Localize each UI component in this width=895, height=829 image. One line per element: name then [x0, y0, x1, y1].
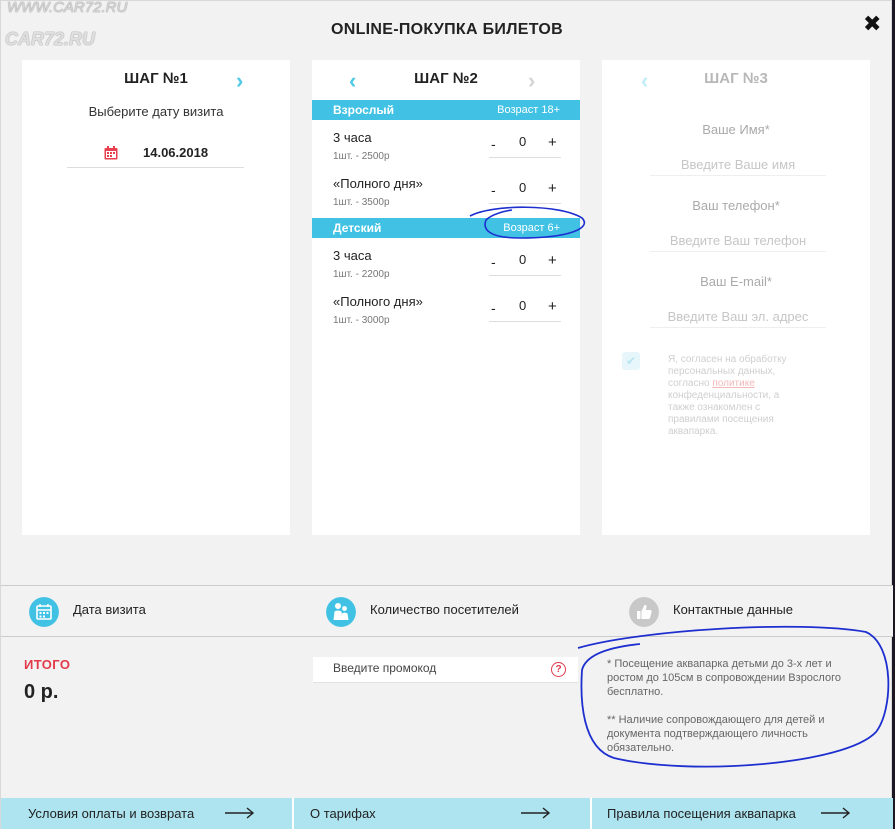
- quantity-stepper: - 0 +: [489, 248, 561, 276]
- progress-step-contacts-label: Контактные данные: [673, 602, 793, 617]
- ticket-price: 1шт. - 3500р: [333, 197, 390, 208]
- quantity-stepper: - 0 +: [489, 294, 561, 322]
- child-age-badge: Возраст 6+: [503, 222, 560, 234]
- progress-step-visitors-label: Количество посетителей: [370, 602, 519, 617]
- promo-code-input[interactable]: [333, 661, 543, 675]
- quantity-value[interactable]: 0: [519, 252, 526, 267]
- step2-next-arrow-icon[interactable]: ›: [528, 68, 535, 94]
- thumbs-up-icon: [629, 597, 659, 627]
- step2-title: ШАГ №2: [414, 70, 478, 87]
- modal-title: ONLINE-ПОКУПКА БИЛЕТОВ: [331, 21, 563, 38]
- ticket-name: 3 часа: [333, 130, 372, 145]
- email-label: Ваш E-mail*: [700, 274, 772, 289]
- note-children-free: * Посещение аквапарка детьми до 3-х лет …: [607, 658, 841, 698]
- child-group-header: Детский Возраст 6+: [312, 218, 580, 238]
- increment-button[interactable]: +: [548, 134, 557, 151]
- adult-group-label: Взрослый: [333, 103, 395, 117]
- help-icon[interactable]: ?: [551, 662, 566, 677]
- calendar-icon: [104, 146, 118, 160]
- adult-group-header: Взрослый Возраст 18+: [312, 100, 580, 120]
- ticket-row-adult-fullday: «Полного дня» 1шт. - 3500р - 0 +: [333, 176, 563, 212]
- selected-date: 14.06.2018: [143, 145, 209, 160]
- increment-button[interactable]: +: [548, 180, 557, 197]
- ticket-row-child-3h: 3 часа 1шт. - 2200р - 0 +: [333, 248, 563, 284]
- decrement-button[interactable]: -: [491, 182, 496, 198]
- quantity-value[interactable]: 0: [519, 134, 526, 149]
- footer-links-bar: Условия оплаты и возврата О тарифах Прав…: [1, 798, 893, 829]
- close-icon[interactable]: ✖: [863, 11, 881, 37]
- ticket-name: 3 часа: [333, 248, 372, 263]
- quantity-value[interactable]: 0: [519, 298, 526, 313]
- increment-button[interactable]: +: [548, 252, 557, 269]
- quantity-stepper: - 0 +: [489, 176, 561, 204]
- progress-steps-bar: Дата визита Количество посетителей Конта…: [1, 585, 893, 637]
- ticket-name: «Полного дня»: [333, 294, 423, 309]
- arrow-right-icon: [821, 807, 851, 819]
- step1-panel: ШАГ №1 › Выберите дату визита 14.06.2018: [22, 60, 290, 535]
- increment-button[interactable]: +: [548, 298, 557, 315]
- email-input[interactable]: [650, 306, 826, 328]
- decrement-button[interactable]: -: [491, 300, 496, 316]
- consent-text-end: конфеденциальности, а также ознакомлен с…: [668, 390, 780, 437]
- consent-text: Я, согласен на обработку персональных да…: [668, 354, 800, 438]
- name-input[interactable]: [650, 154, 826, 176]
- ticket-row-adult-3h: 3 часа 1шт. - 2500р - 0 +: [333, 130, 563, 166]
- step1-title: ШАГ №1: [124, 70, 188, 87]
- phone-input[interactable]: [650, 230, 826, 252]
- tariffs-button[interactable]: О тарифах: [294, 798, 592, 829]
- decrement-button[interactable]: -: [491, 254, 496, 270]
- promo-code-field: ?: [313, 657, 578, 683]
- date-picker-field[interactable]: 14.06.2018: [67, 144, 244, 168]
- watermark-url-small: WWW.CAR72.RU: [7, 0, 128, 16]
- total-label: ИТОГО: [24, 657, 71, 672]
- payment-terms-button[interactable]: Условия оплаты и возврата: [1, 798, 294, 829]
- step1-next-arrow-icon[interactable]: ›: [236, 68, 243, 94]
- adult-age-badge: Возраст 18+: [497, 104, 560, 116]
- progress-step-date-label: Дата визита: [73, 602, 146, 617]
- total-amount: 0 р.: [24, 681, 59, 703]
- step2-panel: ‹ ШАГ №2 › Взрослый Возраст 18+ 3 часа 1…: [312, 60, 580, 535]
- name-label: Ваше Имя*: [702, 122, 770, 137]
- decrement-button[interactable]: -: [491, 136, 496, 152]
- quantity-stepper: - 0 +: [489, 130, 561, 158]
- tariffs-label: О тарифах: [310, 806, 376, 821]
- ticket-purchase-modal: WWW.CAR72.RU CAR72.RU ONLINE-ПОКУПКА БИЛ…: [0, 0, 893, 829]
- park-rules-label: Правила посещения аквапарка: [607, 806, 796, 821]
- step3-title: ШАГ №3: [704, 70, 768, 87]
- ticket-name: «Полного дня»: [333, 176, 423, 191]
- ticket-price: 1шт. - 2200р: [333, 269, 390, 280]
- arrow-right-icon: [521, 807, 551, 819]
- calendar-icon: [29, 597, 59, 627]
- child-group-label: Детский: [333, 221, 382, 235]
- step3-panel: ‹ ШАГ №3 Ваше Имя* Ваш телефон* Ваш E-ma…: [602, 60, 870, 535]
- payment-terms-label: Условия оплаты и возврата: [28, 806, 195, 821]
- consent-checkbox[interactable]: ✔: [622, 352, 640, 370]
- privacy-policy-link[interactable]: политике: [712, 378, 754, 389]
- people-icon: [326, 597, 356, 627]
- step1-subtitle: Выберите дату визита: [88, 104, 224, 119]
- ticket-price: 1шт. - 2500р: [333, 151, 390, 162]
- park-rules-button[interactable]: Правила посещения аквапарка: [592, 798, 893, 829]
- phone-label: Ваш телефон*: [692, 198, 780, 213]
- ticket-row-child-fullday: «Полного дня» 1шт. - 3000р - 0 +: [333, 294, 563, 330]
- quantity-value[interactable]: 0: [519, 180, 526, 195]
- note-escort-required: ** Наличие сопровождающего для детей и д…: [607, 714, 825, 754]
- ticket-price: 1шт. - 3000р: [333, 315, 390, 326]
- arrow-right-icon: [225, 807, 255, 819]
